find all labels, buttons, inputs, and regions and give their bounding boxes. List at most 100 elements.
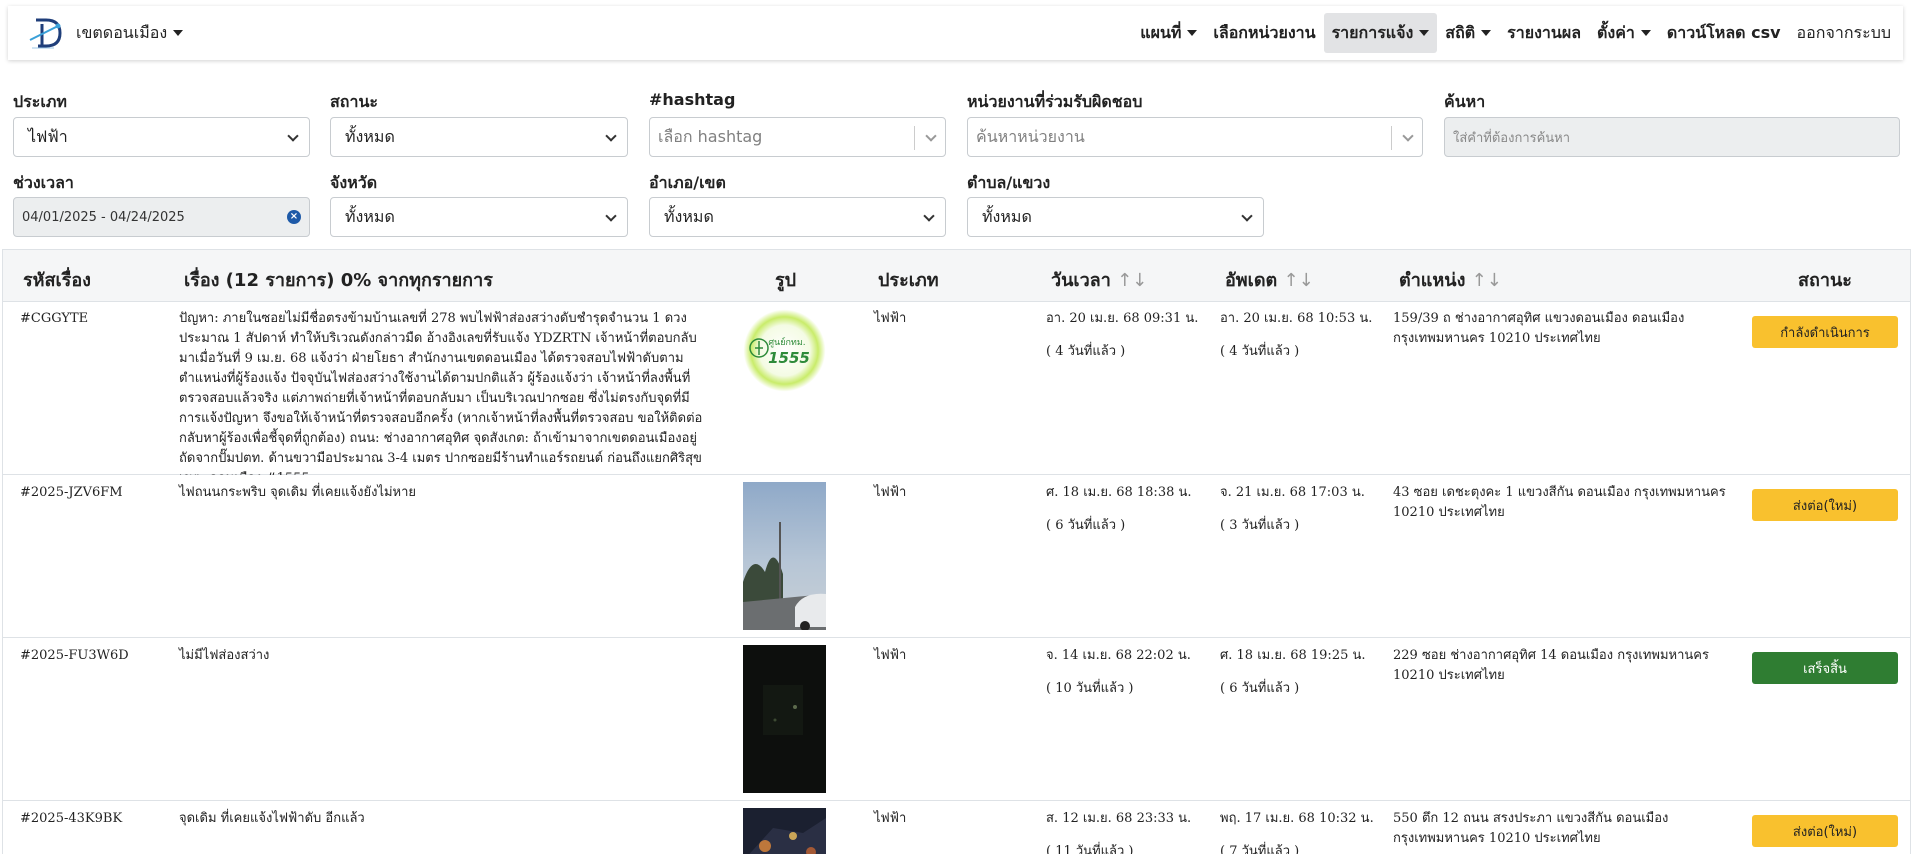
chevron-down-icon (287, 130, 299, 142)
report-photo[interactable] (743, 645, 826, 793)
report-location: 43 ซอย เดชะตุงคะ 1 แขวงสีกัน ดอนเมือง กร… (1393, 485, 1726, 520)
chevron-down-icon (925, 130, 937, 142)
nav-settings[interactable]: ตั้งค่า (1589, 13, 1659, 53)
report-datetime: อา. 20 เม.ย. 68 09:31 น. (1046, 311, 1199, 326)
col-header-updated-label: อัพเดต (1225, 270, 1278, 291)
agency-select-placeholder: ค้นหาหน่วยงาน (976, 126, 1085, 146)
clear-date-icon[interactable]: × (287, 210, 301, 224)
nav-logout[interactable]: ออกจากระบบ (1789, 13, 1899, 53)
col-header-updated[interactable]: อัพเดต ↑↓ (1225, 265, 1314, 294)
district-select[interactable]: ทั้งหมด (649, 197, 946, 237)
report-title: ปัญหา: ภายในซอยไม่มีชื่อตรงข้ามบ้านเลขที… (179, 311, 703, 486)
report-datetime: จ. 14 เม.ย. 68 22:02 น. (1046, 648, 1191, 663)
col-header-id: รหัสเรื่อง (23, 270, 91, 291)
report-updated: ศ. 18 เม.ย. 68 19:25 น. (1220, 648, 1366, 663)
report-updated: พฤ. 17 เม.ย. 68 10:32 น. (1220, 811, 1374, 826)
chevron-down-icon (1402, 130, 1414, 142)
col-header-location[interactable]: ตำแหน่ง ↑↓ (1399, 265, 1502, 294)
status-filter-label: สถานะ (330, 92, 378, 111)
nav-download-csv-label: ดาวน์โหลด csv (1666, 22, 1781, 42)
top-navbar: เขตดอนเมือง แผนที่ เลือกหน่วยงาน รายการแ… (8, 6, 1903, 60)
nav-report-list[interactable]: รายการแจ้ง (1323, 13, 1438, 53)
nav-menu: แผนที่ เลือกหน่วยงาน รายการแจ้ง สถิติ รา… (1132, 6, 1899, 60)
date-range-value: 04/01/2025 - 04/24/2025 (22, 209, 185, 225)
col-header-location-label: ตำแหน่ง (1399, 270, 1466, 291)
status-badge[interactable]: ส่งต่อ(ใหม่) (1752, 815, 1898, 847)
col-header-datetime[interactable]: วันเวลา ↑↓ (1051, 265, 1147, 294)
nav-select-agency[interactable]: เลือกหน่วยงาน (1205, 13, 1323, 53)
report-photo[interactable] (743, 808, 826, 854)
nav-results-report[interactable]: รายงานผล (1499, 13, 1589, 53)
table-row[interactable]: #2025-43K9BK จุดเดิม ที่เคยแจ้งไฟฟ้าดับ … (3, 801, 1910, 854)
brand-dropdown[interactable]: เขตดอนเมือง (28, 14, 184, 52)
report-location: 159/39 ถ ช่างอากาศอุทิศ แขวงดอนเมือง ดอน… (1393, 311, 1685, 346)
report-updated-ago: ( 6 วันที่แล้ว ) (1220, 681, 1300, 696)
report-photo[interactable]: ศูนย์กทม. 1555 (743, 308, 826, 393)
report-type: ไฟฟ้า (874, 485, 907, 500)
subdistrict-filter-label: ตำบล/แขวง (967, 173, 1051, 192)
chevron-down-icon (605, 130, 617, 142)
status-badge[interactable]: กำลังดำเนินการ (1752, 316, 1898, 348)
status-select-value: ทั้งหมด (345, 126, 395, 146)
chevron-down-icon (1481, 30, 1492, 36)
type-select[interactable]: ไฟฟ้า (13, 117, 310, 157)
hashtag-filter-label: #hashtag (649, 90, 736, 109)
report-location: 229 ซอย ช่างอากาศอุทิศ 14 ดอนเมือง กรุงเ… (1393, 648, 1709, 683)
nav-settings-label: ตั้งค่า (1597, 22, 1635, 42)
report-title: ไฟถนนกระพริบ จุดเดิม ที่เคยแจ้งยังไม่หาย (179, 485, 417, 500)
status-badge[interactable]: เสร็จสิ้น (1752, 652, 1898, 684)
report-id[interactable]: #CGGYTE (20, 309, 88, 329)
agency-select[interactable]: ค้นหาหน่วยงาน (967, 117, 1423, 157)
sort-icon: ↑↓ (1283, 270, 1314, 291)
district-select-value: ทั้งหมด (664, 206, 714, 226)
agency-filter-label: หน่วยงานที่ร่วมรับผิดชอบ (967, 92, 1143, 111)
report-id[interactable]: #2025-JZV6FM (20, 483, 123, 503)
report-photo[interactable] (743, 482, 826, 631)
report-id[interactable]: #2025-43K9BK (20, 809, 122, 829)
nav-download-csv[interactable]: ดาวน์โหลด csv (1659, 13, 1789, 53)
type-filter-label: ประเภท (13, 92, 67, 111)
chevron-down-icon (1241, 210, 1253, 222)
col-header-status: สถานะ (1798, 270, 1852, 291)
search-input[interactable]: ใส่คำที่ต้องการค้นหา (1444, 117, 1900, 157)
photo-number: 1555 (768, 349, 810, 367)
chevron-down-icon (1187, 30, 1198, 36)
table-row[interactable]: #CGGYTE ปัญหา: ภายในซอยไม่มีชื่อตรงข้ามบ… (3, 302, 1910, 486)
chevron-down-icon (605, 210, 617, 222)
col-header-photo: รูป (775, 270, 797, 291)
table-row[interactable]: #2025-FU3W6D ไม่มีไฟส่องสว่าง ไฟฟ้า จ. 1… (3, 638, 1910, 801)
report-updated-ago: ( 4 วันที่แล้ว ) (1220, 344, 1300, 359)
report-id[interactable]: #2025-FU3W6D (20, 646, 129, 666)
sort-icon: ↑↓ (1471, 270, 1502, 291)
select-separator (1391, 126, 1392, 150)
table-row[interactable]: #2025-JZV6FM ไฟถนนกระพริบ จุดเดิม ที่เคย… (3, 475, 1910, 638)
date-range-input[interactable]: 04/01/2025 - 04/24/2025 × (13, 197, 310, 237)
report-type: ไฟฟ้า (874, 811, 907, 826)
subdistrict-select[interactable]: ทั้งหมด (967, 197, 1264, 237)
status-badge[interactable]: ส่งต่อ(ใหม่) (1752, 489, 1898, 521)
subdistrict-select-value: ทั้งหมด (982, 206, 1032, 226)
search-label: ค้นหา (1444, 92, 1486, 111)
report-datetime-ago: ( 6 วันที่แล้ว ) (1046, 518, 1126, 533)
report-title: ไม่มีไฟส่องสว่าง (179, 648, 270, 663)
chevron-down-icon (173, 30, 184, 36)
report-updated-ago: ( 3 วันที่แล้ว ) (1220, 518, 1300, 533)
sort-icon: ↑↓ (1117, 270, 1148, 291)
reports-table: รหัสเรื่อง เรื่อง (12 รายการ) 0% จากทุกร… (2, 249, 1911, 854)
hashtag-select-placeholder: เลือก hashtag (658, 126, 763, 146)
province-select[interactable]: ทั้งหมด (330, 197, 628, 237)
nav-map[interactable]: แผนที่ (1132, 13, 1205, 53)
photo-caption: ศูนย์กทม. (768, 336, 805, 348)
chevron-down-icon (923, 210, 935, 222)
hashtag-select[interactable]: เลือก hashtag (649, 117, 946, 157)
col-header-type: ประเภท (878, 270, 939, 291)
col-header-title: เรื่อง (12 รายการ) 0% จากทุกรายการ (184, 270, 493, 291)
col-header-datetime-label: วันเวลา (1051, 270, 1111, 291)
nav-select-agency-label: เลือกหน่วยงาน (1213, 22, 1316, 42)
nav-map-label: แผนที่ (1140, 22, 1182, 42)
report-title: จุดเดิม ที่เคยแจ้งไฟฟ้าดับ อีกแล้ว (179, 811, 365, 826)
status-select[interactable]: ทั้งหมด (330, 117, 628, 157)
report-updated: อา. 20 เม.ย. 68 10:53 น. (1220, 311, 1373, 326)
report-datetime: ศ. 18 เม.ย. 68 18:38 น. (1046, 485, 1192, 500)
nav-statistics[interactable]: สถิติ (1437, 13, 1499, 53)
